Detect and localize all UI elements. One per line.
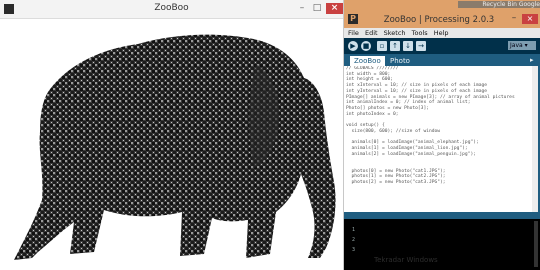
ide-titlebar[interactable]: Recycle Bin Google P ZooBoo | Processing… bbox=[344, 0, 540, 28]
minimize-button[interactable]: – bbox=[295, 3, 309, 14]
editor-scrollbar[interactable] bbox=[532, 66, 538, 212]
menu-sketch[interactable]: Sketch bbox=[384, 28, 406, 38]
processing-ide-window: Recycle Bin Google P ZooBoo | Processing… bbox=[344, 0, 540, 270]
status-bar bbox=[344, 212, 540, 219]
menu-help[interactable]: Help bbox=[434, 28, 449, 38]
console-panel[interactable]: 1 2 3 Tekradar Windows bbox=[344, 219, 540, 270]
console-scrollbar[interactable] bbox=[534, 221, 538, 267]
maximize-button[interactable]: □ bbox=[310, 3, 324, 14]
export-icon[interactable]: → bbox=[416, 41, 426, 51]
sketch-window: ZooBoo – □ × bbox=[0, 0, 344, 270]
console-line: 2 bbox=[352, 237, 356, 243]
sketch-titlebar[interactable]: ZooBoo – □ × bbox=[0, 0, 343, 19]
code-editor[interactable]: // GLOBALS //////// int width = 800; int… bbox=[344, 66, 538, 212]
new-icon[interactable]: ▫ bbox=[377, 41, 387, 51]
code-line: photos[2] = new Photo("cat3.JPG"); bbox=[346, 180, 446, 185]
toolbar: ▶ ■ ▫ ↑ ↓ → Java ▾ bbox=[344, 38, 540, 54]
sketch-window-title: ZooBoo bbox=[154, 3, 189, 13]
elephant-mosaic-image bbox=[14, 34, 336, 260]
tab-zooboo[interactable]: ZooBoo bbox=[350, 56, 385, 66]
save-icon[interactable]: ↓ bbox=[403, 41, 413, 51]
mode-selector[interactable]: Java ▾ bbox=[508, 41, 536, 50]
watermark-text: Tekradar Windows bbox=[374, 256, 438, 264]
tab-photo[interactable]: Photo bbox=[386, 56, 414, 66]
minimize-button[interactable]: – bbox=[508, 14, 520, 24]
desktop-icons-caption: Recycle Bin Google bbox=[458, 1, 540, 8]
stop-icon[interactable]: ■ bbox=[361, 41, 371, 51]
elephant-silhouette bbox=[14, 34, 336, 260]
close-button[interactable]: × bbox=[326, 3, 343, 14]
menu-edit[interactable]: Edit bbox=[365, 28, 378, 38]
ide-window-title: ZooBoo | Processing 2.0.3 bbox=[383, 15, 495, 25]
menu-bar: File Edit Sketch Tools Help bbox=[344, 28, 540, 38]
tab-menu-arrow-icon[interactable]: ▸ bbox=[530, 56, 534, 64]
console-line: 3 bbox=[352, 247, 356, 253]
tab-bar: ZooBoo Photo ▸ bbox=[344, 54, 540, 66]
menu-tools[interactable]: Tools bbox=[412, 28, 428, 38]
run-icon[interactable]: ▶ bbox=[348, 41, 358, 51]
processing-icon: P bbox=[348, 14, 358, 24]
close-button[interactable]: × bbox=[522, 14, 538, 24]
open-icon[interactable]: ↑ bbox=[390, 41, 400, 51]
console-line: 1 bbox=[352, 227, 356, 233]
menu-file[interactable]: File bbox=[348, 28, 359, 38]
